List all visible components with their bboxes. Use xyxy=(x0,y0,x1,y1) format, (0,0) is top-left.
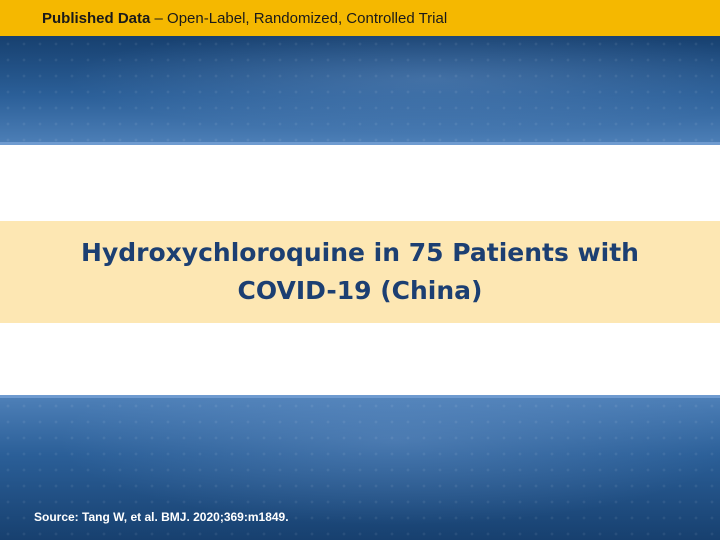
header-bar: Published Data – Open-Label, Randomized,… xyxy=(0,0,720,36)
dot-pattern xyxy=(0,36,720,144)
source-citation: Source: Tang W, et al. BMJ. 2020;369:m18… xyxy=(34,510,289,524)
header-label: Published Data – Open-Label, Randomized,… xyxy=(0,10,447,27)
top-band-edge xyxy=(0,142,720,145)
slide-title-line-1: Hydroxychloroquine in 75 Patients with xyxy=(81,238,639,267)
slide-title-line-2: COVID-19 (China) xyxy=(237,276,483,305)
top-decorative-band xyxy=(0,36,720,144)
header-label-bold: Published Data xyxy=(42,9,151,27)
header-label-rest: – Open-Label, Randomized, Controlled Tri… xyxy=(150,9,448,27)
title-band: Hydroxychloroquine in 75 Patients with C… xyxy=(0,221,720,323)
slide: Published Data – Open-Label, Randomized,… xyxy=(0,0,720,540)
